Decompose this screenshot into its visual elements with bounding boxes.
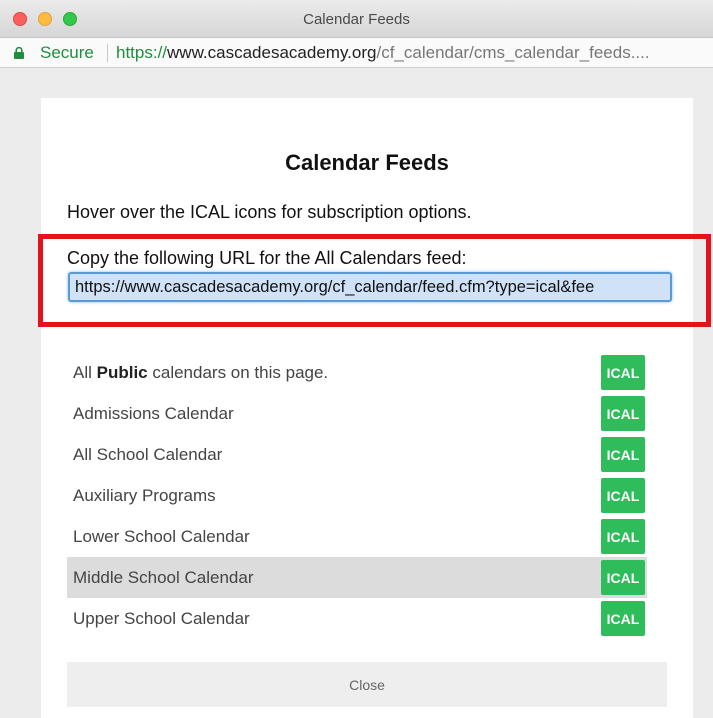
calendar-list: All Public calendars on this page. ICAL …: [67, 352, 647, 639]
list-item-public-calendars: All Public calendars on this page. ICAL: [67, 352, 647, 393]
public-row-suffix: calendars on this page.: [147, 362, 329, 382]
ical-button[interactable]: ICAL: [601, 355, 645, 390]
list-item: Upper School Calendar ICAL: [67, 598, 647, 639]
calendar-name: Upper School Calendar: [73, 608, 250, 628]
modal-title: Calendar Feeds: [285, 150, 449, 175]
url-scheme: https://: [116, 43, 168, 62]
calendar-feeds-modal: Calendar Feeds Hover over the ICAL icons…: [41, 98, 693, 718]
public-row-prefix: All: [73, 362, 97, 382]
list-item: Auxiliary Programs ICAL: [67, 475, 647, 516]
window-titlebar: Calendar Feeds: [0, 0, 713, 38]
list-item: Admissions Calendar ICAL: [67, 393, 647, 434]
calendar-name: Lower School Calendar: [73, 526, 250, 546]
close-button[interactable]: Close: [67, 662, 667, 707]
calendar-name: Admissions Calendar: [73, 403, 234, 423]
ical-button[interactable]: ICAL: [601, 601, 645, 636]
ical-button[interactable]: ICAL: [601, 560, 645, 595]
url-path: /cf_calendar/cms_calendar_feeds....: [376, 43, 650, 62]
address-separator: [107, 44, 108, 62]
ical-button[interactable]: ICAL: [601, 437, 645, 472]
ical-button[interactable]: ICAL: [601, 478, 645, 513]
list-item-hovered: Middle School Calendar ICAL: [67, 557, 647, 598]
ical-button[interactable]: ICAL: [601, 396, 645, 431]
lock-icon: [14, 47, 24, 59]
calendar-name: All School Calendar: [73, 444, 223, 464]
address-bar[interactable]: Secure https://www.cascadesacademy.org/c…: [0, 38, 713, 68]
url-host: www.cascadesacademy.org: [167, 43, 377, 62]
list-item: All School Calendar ICAL: [67, 434, 647, 475]
window-title: Calendar Feeds: [303, 11, 410, 28]
hover-instructions: Hover over the ICAL icons for subscripti…: [67, 202, 472, 222]
calendar-name: Middle School Calendar: [73, 567, 254, 587]
public-row-bold: Public: [96, 362, 148, 382]
ical-button[interactable]: ICAL: [601, 519, 645, 554]
calendar-name: Auxiliary Programs: [73, 485, 216, 505]
secure-label: Secure: [40, 43, 94, 62]
list-item: Lower School Calendar ICAL: [67, 516, 647, 557]
highlight-annotation-box: [38, 234, 711, 327]
url-text[interactable]: https://www.cascadesacademy.org/cf_calen…: [116, 43, 650, 63]
public-row-label: All Public calendars on this page.: [73, 363, 328, 383]
